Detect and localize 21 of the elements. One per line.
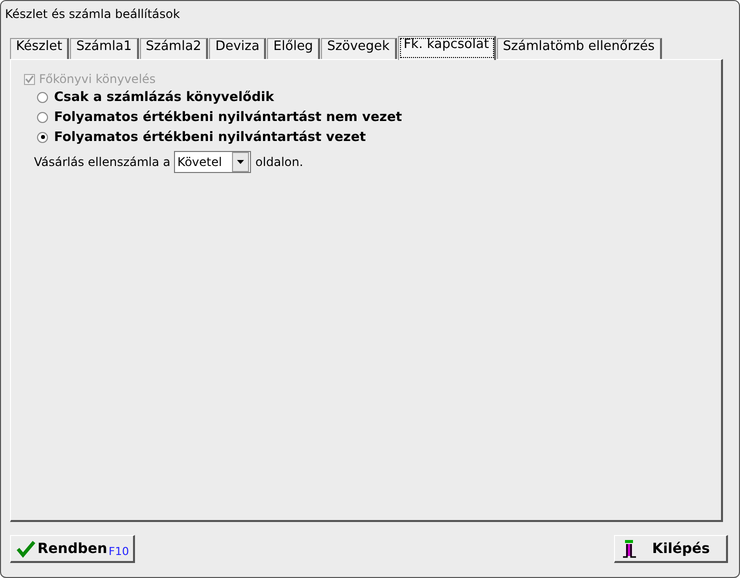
tab[interactable]: Számlatömb ellenőrzés: [496, 38, 662, 59]
radio-label: Csak a számlázás könyvelődik: [54, 90, 274, 104]
tab[interactable]: Készlet: [10, 38, 70, 59]
tab[interactable]: Számla2: [140, 38, 208, 59]
radio-label: Folyamatos értékbeni nyilvántartást vezet: [54, 130, 366, 144]
tab[interactable]: Deviza: [209, 38, 266, 59]
tab[interactable]: Szövegek: [321, 38, 397, 59]
tab[interactable]: Fk. kapcsolat: [398, 36, 496, 60]
purchase-suffix: oldalon.: [255, 155, 304, 169]
tab[interactable]: Számla1: [70, 38, 139, 59]
exit-button[interactable]: Kilépés: [614, 535, 728, 563]
side-dropdown[interactable]: Követel: [174, 151, 252, 173]
tab[interactable]: Előleg: [267, 38, 320, 59]
checkmark-icon: [16, 540, 36, 558]
dropdown-arrow-icon: [237, 160, 244, 164]
purchase-label: Vásárlás ellenszámla a: [34, 155, 170, 169]
checkbox-label: Főkönyvi könyvelés: [39, 72, 156, 86]
radio-button[interactable]: [37, 132, 48, 142]
radio-button[interactable]: [37, 112, 48, 122]
radio-label: Folyamatos értékbeni nyilvántartást nem vezet: [54, 110, 402, 124]
radio-button[interactable]: [37, 92, 48, 102]
